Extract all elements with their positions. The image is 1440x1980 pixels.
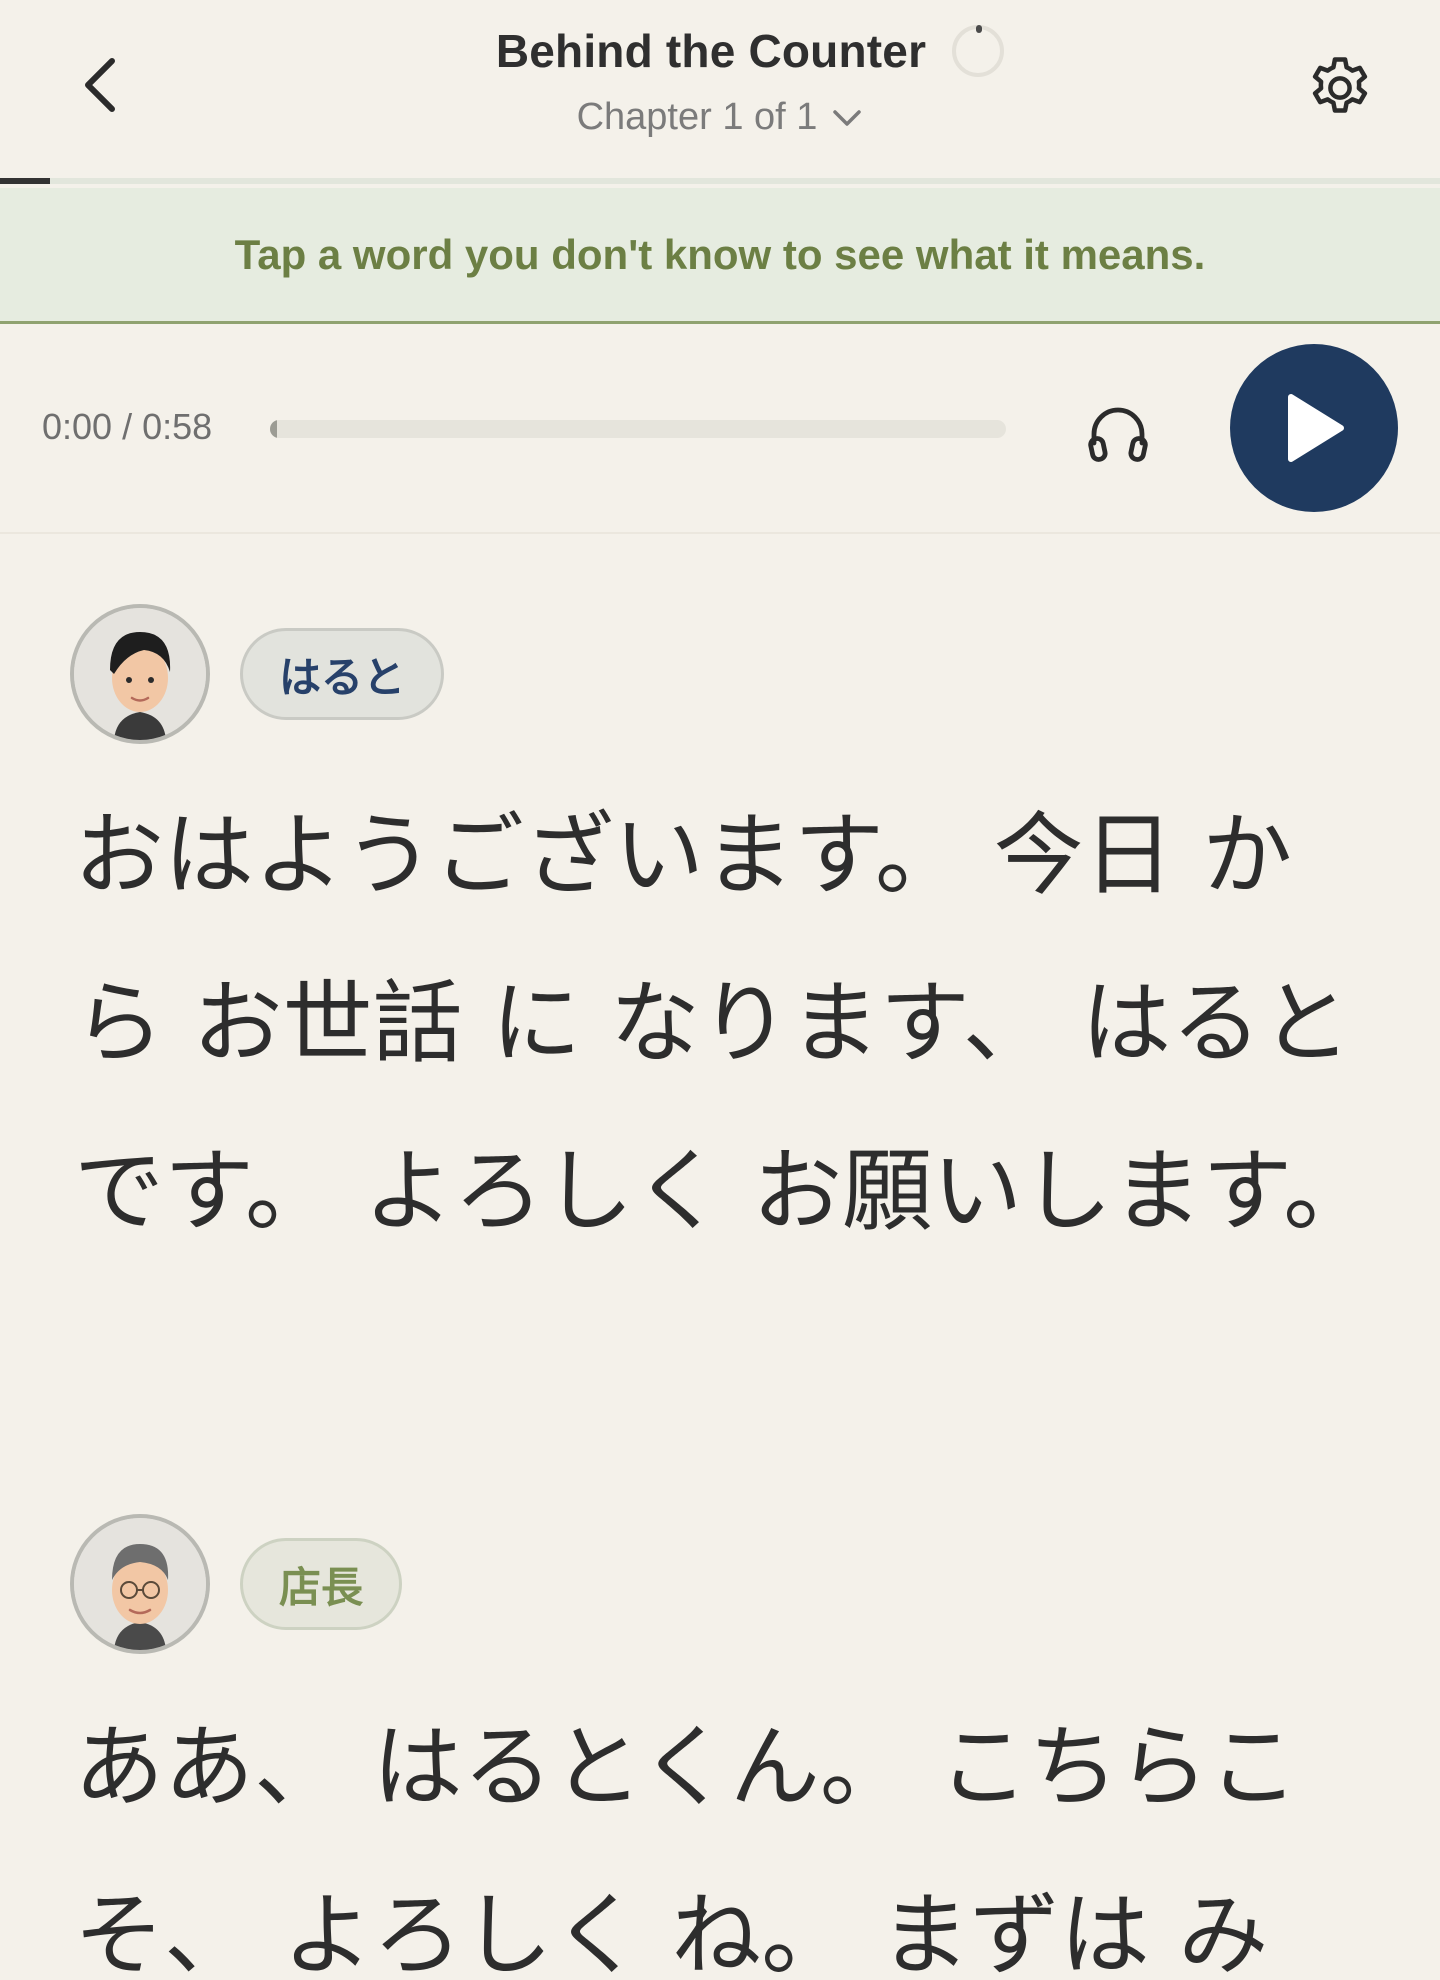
speaker-row: 店長	[70, 1514, 403, 1654]
dialogue-line[interactable]: おはようございます。 今日 から お世話 に なります、 はると です。 よろし…	[74, 772, 1374, 1276]
gear-icon	[1312, 57, 1368, 113]
audio-player: 0:00 / 0:58	[0, 326, 1440, 534]
avatar-image	[74, 1518, 206, 1650]
headphones-button[interactable]	[1078, 394, 1158, 474]
settings-button[interactable]	[1302, 50, 1378, 126]
speaker-name-pill[interactable]: 店長	[240, 1538, 403, 1630]
audio-progress-fill	[270, 420, 278, 438]
audio-scrubber[interactable]	[270, 420, 1006, 438]
chevron-down-icon	[833, 109, 862, 126]
avatar-image	[74, 608, 206, 740]
speaker-name-pill[interactable]: はると	[240, 628, 445, 720]
avatar-store-manager	[70, 1514, 210, 1654]
headphones-icon	[1088, 407, 1148, 462]
loading-spinner-icon	[952, 25, 1005, 77]
play-icon	[1288, 394, 1344, 462]
title-block: Behind the Counter Chapter 1 of 1	[0, 24, 1440, 139]
chapter-selector[interactable]: Chapter 1 of 1	[577, 96, 864, 139]
avatar-haruto	[70, 604, 210, 744]
hint-text: Tap a word you don't know to see what it…	[234, 230, 1206, 278]
reading-progress-bar	[0, 178, 1440, 184]
speaker-name: はると	[279, 652, 406, 702]
audio-time: 0:00 / 0:58	[42, 406, 213, 447]
speaker-row: はると	[70, 604, 445, 744]
top-bar: Behind the Counter Chapter 1 of 1	[0, 0, 1440, 184]
play-button[interactable]	[1230, 344, 1398, 512]
reading-progress-fill	[0, 178, 51, 184]
story-title: Behind the Counter	[495, 25, 927, 77]
hint-banner: Tap a word you don't know to see what it…	[0, 188, 1440, 324]
chapter-label: Chapter 1 of 1	[576, 96, 818, 138]
speaker-name: 店長	[279, 1562, 364, 1612]
dialogue-line[interactable]: ああ、 はるとくん。 こちらこそ、 よろしく ね。 まずは み	[74, 1684, 1374, 1980]
